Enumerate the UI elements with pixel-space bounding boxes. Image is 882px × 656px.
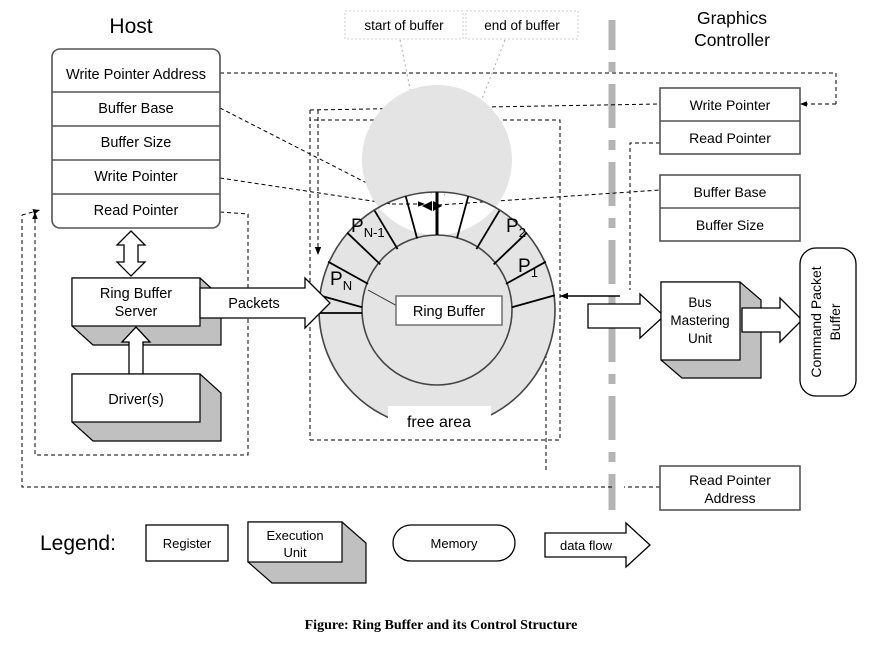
host-register-1[interactable]: Buffer Base — [98, 101, 174, 117]
gc-buffer-register-stack: Buffer Base Buffer Size — [659, 174, 801, 242]
graphics-controller-title-line2: Controller — [694, 30, 770, 50]
unit-ring-buffer-server-line1: Ring Buffer — [100, 286, 172, 302]
unit-drivers-label: Driver(s) — [108, 392, 164, 408]
start-of-buffer-callout: start of buffer — [344, 10, 464, 40]
ring-to-bmu-dataflow — [587, 292, 665, 340]
end-of-buffer-text: end of buffer — [484, 18, 560, 33]
host-register-3[interactable]: Write Pointer — [94, 169, 178, 185]
host-register-2[interactable]: Buffer Size — [101, 135, 172, 151]
free-area-label: free area — [388, 406, 491, 434]
flow-gc-read-pointer-down — [629, 142, 660, 290]
gc-register-read-pointer[interactable]: Read Pointer — [689, 130, 771, 146]
figure-caption: Figure: Ring Buffer and its Control Stru… — [305, 618, 578, 633]
gc-register-buffer-base[interactable]: Buffer Base — [694, 184, 767, 200]
legend-execution-unit-line1: Execution — [266, 528, 323, 543]
buffer-boundary-arrows — [422, 201, 442, 211]
legend-item-execution-unit: Execution Unit — [247, 521, 367, 584]
start-of-buffer-text: start of buffer — [364, 18, 444, 33]
gc-register-buffer-size[interactable]: Buffer Size — [696, 217, 764, 233]
legend-item-memory: Memory — [392, 524, 516, 562]
unit-bmu-line3: Unit — [688, 331, 712, 346]
legend-item-data-flow: data flow — [544, 521, 651, 569]
legend-item-register: Register — [145, 524, 229, 562]
unit-bmu-line2: Mastering — [670, 313, 729, 328]
gc-rpa-line2: Address — [704, 490, 755, 506]
end-of-buffer-callout: end of buffer — [465, 10, 579, 40]
legend-execution-unit-line2: Unit — [283, 545, 307, 560]
packet-label-2: P2 — [506, 216, 526, 240]
gc-read-pointer-address-register[interactable]: Read Pointer Address — [659, 465, 801, 511]
legend-data-flow-label: data flow — [560, 538, 613, 553]
legend-title: Legend: — [40, 532, 116, 555]
ring-buffer-diagram: PN PN-1 P2 P1 Ring Buffer free area star… — [21, 8, 857, 633]
host-register-4[interactable]: Read Pointer — [94, 203, 179, 219]
gc-pointer-register-stack: Write Pointer Read Pointer — [659, 87, 801, 155]
ring-center-label: Ring Buffer — [395, 295, 503, 326]
unit-bmu-line1: Bus — [688, 295, 712, 310]
packets-label: Packets — [228, 296, 280, 312]
unit-drivers[interactable]: Driver(s) — [71, 373, 222, 442]
host-register-stack: Write Pointer Address Buffer Base Buffer… — [51, 48, 221, 229]
registers-server-dataflow — [115, 230, 147, 277]
graphics-controller-title-line1: Graphics — [697, 8, 767, 28]
free-area-text: free area — [407, 414, 471, 431]
memory-command-packet-buffer[interactable]: Command Packet Buffer — [799, 247, 857, 397]
unit-ring-buffer-server-line2: Server — [115, 304, 158, 320]
gc-rpa-line1: Read Pointer — [689, 472, 771, 488]
host-register-0[interactable]: Write Pointer Address — [66, 67, 206, 83]
unit-ring-buffer-server[interactable]: Ring Buffer Server — [71, 277, 222, 346]
legend-register-label: Register — [163, 536, 212, 551]
gc-register-write-pointer[interactable]: Write Pointer — [690, 97, 771, 113]
legend-memory-label: Memory — [431, 536, 478, 551]
memory-cpb-line1: Command Packet — [808, 266, 824, 377]
diagram-canvas: PN PN-1 P2 P1 Ring Buffer free area star… — [0, 0, 882, 656]
ring-buffer-text: Ring Buffer — [413, 304, 485, 320]
memory-cpb-line2: Buffer — [827, 303, 843, 340]
host-title: Host — [109, 15, 152, 38]
